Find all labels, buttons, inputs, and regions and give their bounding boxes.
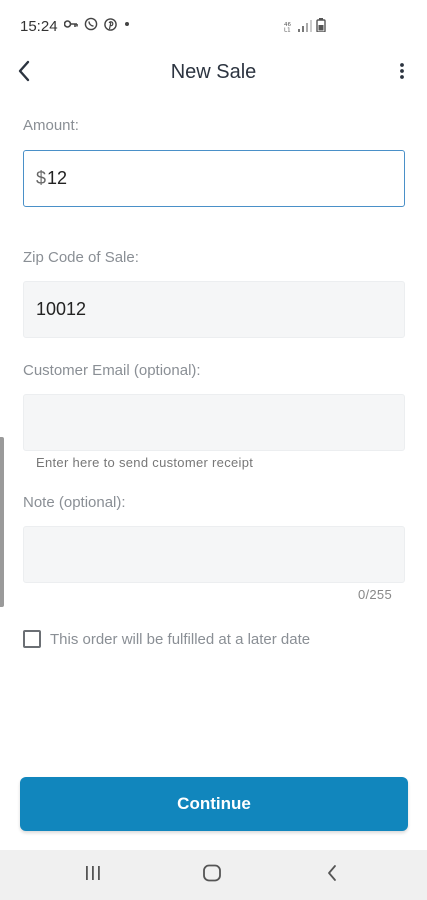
amount-input[interactable] [46,151,404,206]
signal-icon [298,19,312,37]
fulfill-later-checkbox[interactable] [23,630,41,648]
note-char-counter: 0/255 [357,587,392,602]
zip-label: Zip Code of Sale: [23,249,139,266]
note-input[interactable] [24,527,404,582]
home-button[interactable] [182,850,242,900]
note-label: Note (optional): [23,494,126,511]
volte-icon: 46 L1 [284,19,294,37]
scroll-indicator [0,437,4,607]
overflow-menu-button[interactable] [390,58,414,88]
amount-label: Amount: [23,117,79,134]
amount-field[interactable]: $ [23,150,405,207]
zip-input[interactable] [24,282,404,337]
continue-button[interactable]: Continue [20,777,408,831]
email-helper-text: Enter here to send customer receipt [36,455,254,470]
currency-prefix: $ [36,168,47,188]
page-title: New Sale [170,61,257,83]
back-icon [326,864,338,887]
recents-icon [84,865,102,886]
battery-icon [316,18,326,37]
more-vert-icon [399,62,405,85]
pinterest-icon [104,17,117,31]
fulfill-later-row[interactable]: This order will be fulfilled at a later … [23,630,310,648]
home-icon [202,864,222,887]
dot-icon [123,20,131,28]
status-icons-right: 46 L1 [284,18,326,37]
email-input[interactable] [24,395,404,450]
svg-text:L1: L1 [284,27,291,32]
system-nav-bar [0,850,427,900]
recents-button[interactable] [63,850,123,900]
system-back-button[interactable] [302,850,362,900]
email-label: Customer Email (optional): [23,362,201,379]
zip-field[interactable] [23,281,405,338]
status-time: 15:24 [20,18,58,35]
fulfill-later-label: This order will be fulfilled at a later … [50,630,311,648]
key-icon [64,19,78,29]
status-bar: 15:24 46 L1 [0,0,427,52]
app-bar: New Sale [0,52,427,94]
viber-icon [84,17,98,31]
note-field[interactable] [23,526,405,583]
email-field[interactable] [23,394,405,451]
status-icons-left [64,17,131,31]
